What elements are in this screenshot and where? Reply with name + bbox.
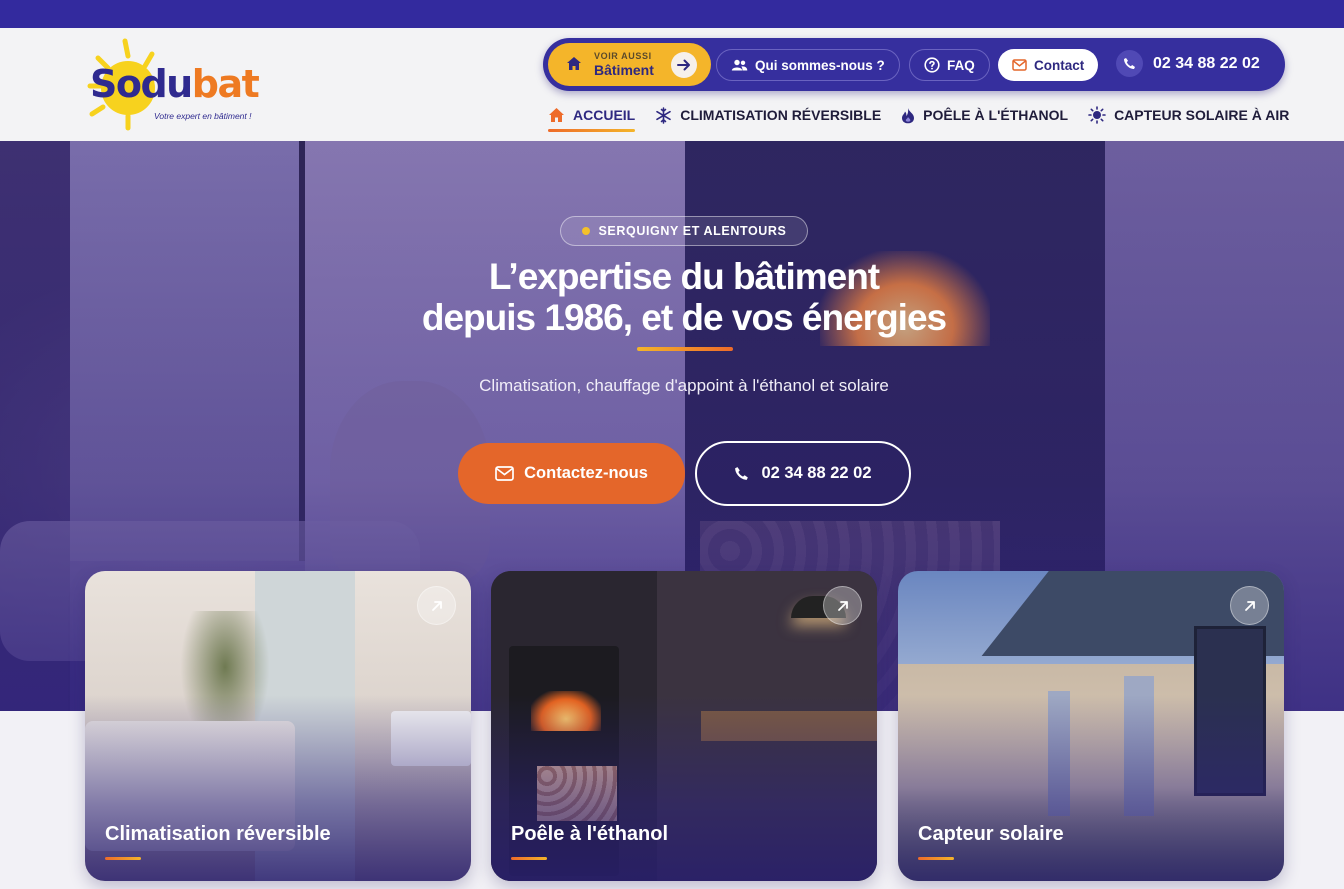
nav-item-label: POÊLE À L'ÉTHANOL xyxy=(923,107,1069,123)
nav-item-label: CAPTEUR SOLAIRE À AIR xyxy=(1114,107,1290,123)
brand-logo[interactable]: Sodubat Votre expert en bâtiment ! xyxy=(84,38,274,133)
header-phone-number: 02 34 88 22 02 xyxy=(1153,54,1260,72)
arrow-up-right-icon[interactable] xyxy=(823,586,862,625)
call-phone-button[interactable]: 02 34 88 22 02 xyxy=(695,441,911,506)
mail-icon xyxy=(1012,59,1027,71)
nav-item-accueil[interactable]: ACCUEIL xyxy=(548,105,636,132)
contact-us-button[interactable]: Contactez-nous xyxy=(458,443,685,504)
service-card-climatisation[interactable]: Climatisation réversible xyxy=(85,571,471,881)
hero-title-line1: L’expertise du bâtiment xyxy=(488,256,880,297)
about-label: Qui sommes-nous ? xyxy=(755,57,885,73)
about-button[interactable]: Qui sommes-nous ? xyxy=(716,49,900,81)
card-title: Poêle à l'éthanol xyxy=(511,823,669,845)
service-card-capteur-solaire[interactable]: Capteur solaire xyxy=(898,571,1284,881)
nav-item-label: ACCUEIL xyxy=(573,107,636,123)
brand-wordmark: Sodubat xyxy=(90,62,260,106)
nav-item-climatisation[interactable]: CLIMATISATION RÉVERSIBLE xyxy=(655,105,881,125)
header-phone-link[interactable]: 02 34 88 22 02 xyxy=(1116,50,1260,77)
voir-aussi-label: VOIR AUSSI xyxy=(594,51,652,61)
card-title: Capteur solaire xyxy=(918,823,1064,845)
hero-title: L’expertise du bâtiment depuis 1986, et … xyxy=(284,256,1084,338)
phone-icon xyxy=(735,467,749,480)
location-label: SERQUIGNY ET ALENTOURS xyxy=(598,224,787,238)
phone-icon xyxy=(1116,50,1143,77)
service-card-poele-ethanol[interactable]: Poêle à l'éthanol xyxy=(491,571,877,881)
call-phone-number: 02 34 88 22 02 xyxy=(761,464,872,482)
card-title: Climatisation réversible xyxy=(105,823,331,845)
sun-icon xyxy=(1088,106,1106,124)
nav-item-capteur-solaire[interactable]: CAPTEUR SOLAIRE À AIR xyxy=(1088,105,1289,125)
location-chip: SERQUIGNY ET ALENTOURS xyxy=(560,216,808,246)
card-title-underline xyxy=(511,857,547,860)
help-circle-icon xyxy=(924,57,940,73)
brand-tagline: Votre expert en bâtiment ! xyxy=(154,111,252,121)
hero-subtitle: Climatisation, chauffage d'appoint à l'é… xyxy=(479,376,889,395)
faq-button[interactable]: FAQ xyxy=(909,49,990,81)
arrow-right-icon xyxy=(671,52,697,78)
contact-us-label: Contactez-nous xyxy=(524,464,648,482)
flame-icon xyxy=(902,107,915,123)
top-pill-bar: VOIR AUSSI Bâtiment Qui sommes-nous ? FA… xyxy=(543,38,1285,91)
nav-item-label: CLIMATISATION RÉVERSIBLE xyxy=(680,107,882,123)
site-header: Sodubat Votre expert en bâtiment ! VOIR … xyxy=(0,28,1344,141)
voir-aussi-batiment-button[interactable]: VOIR AUSSI Bâtiment xyxy=(548,43,711,86)
arrow-up-right-icon[interactable] xyxy=(417,586,456,625)
mail-icon xyxy=(495,466,514,481)
location-dot xyxy=(581,227,590,235)
home-icon xyxy=(567,57,581,70)
users-icon xyxy=(731,59,748,71)
hero-title-line2: depuis 1986, et de vos énergies xyxy=(421,297,947,338)
voir-aussi-target: Bâtiment xyxy=(594,62,654,78)
snowflake-icon xyxy=(656,106,672,124)
contact-button[interactable]: Contact xyxy=(998,49,1099,81)
card-title-underline xyxy=(105,857,141,860)
main-nav: ACCUEIL CLIMATISATION RÉVERSIBLE POÊLE À… xyxy=(548,105,1289,132)
arrow-up-right-icon[interactable] xyxy=(1230,586,1269,625)
hero-title-underline xyxy=(637,347,733,351)
nav-item-poele-ethanol[interactable]: POÊLE À L'ÉTHANOL xyxy=(901,105,1068,125)
top-accent-bar xyxy=(0,0,1344,28)
faq-label: FAQ xyxy=(947,57,975,73)
home-icon xyxy=(549,108,564,122)
card-title-underline xyxy=(918,857,954,860)
contact-label: Contact xyxy=(1034,57,1085,73)
